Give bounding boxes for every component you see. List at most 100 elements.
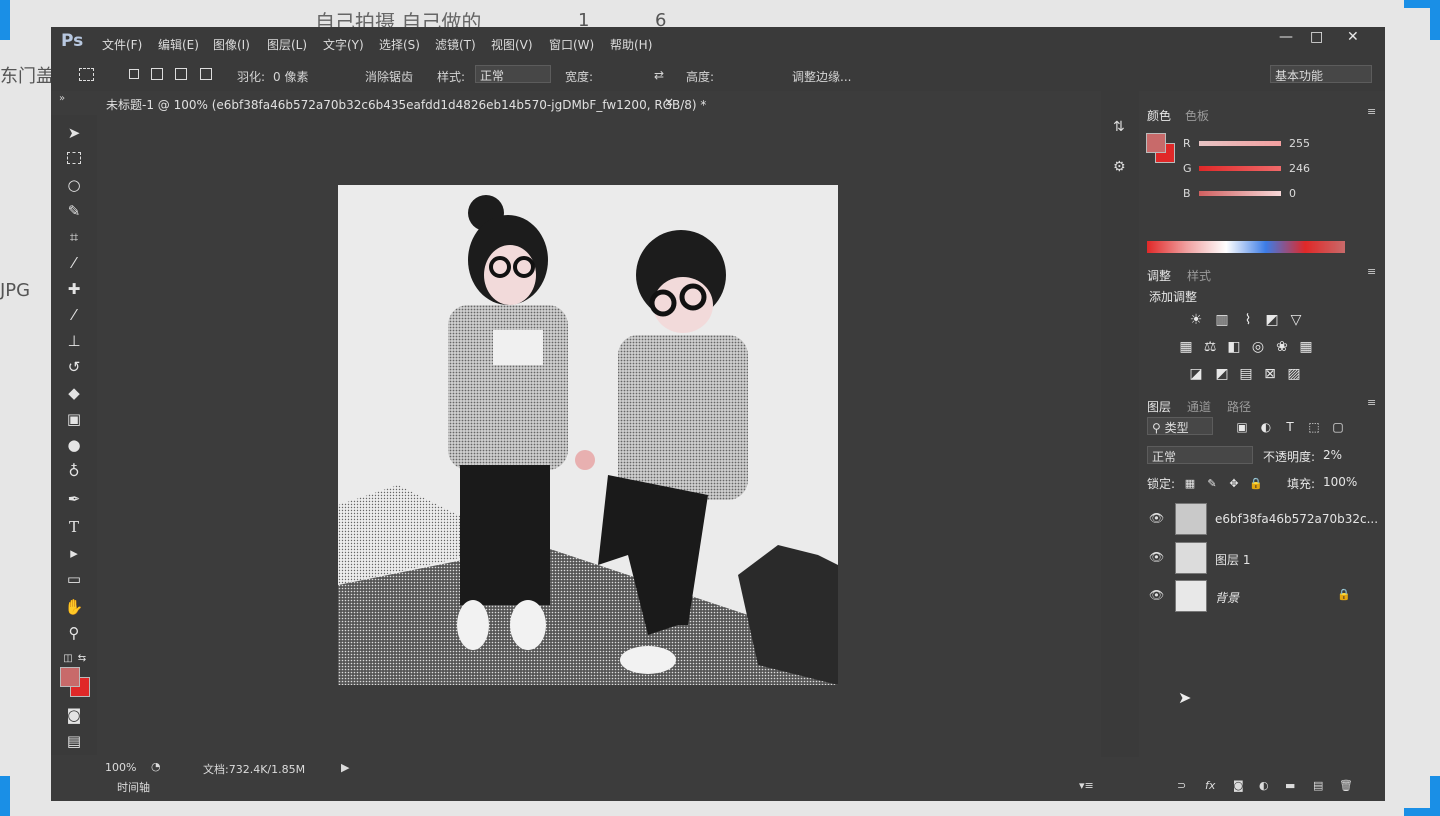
lock-position-icon[interactable]: ✥ — [1225, 476, 1243, 492]
tab-channels[interactable]: 通道 — [1187, 398, 1211, 415]
filter-smart-icon[interactable]: ▢ — [1329, 419, 1347, 435]
blur-tool-icon[interactable]: ● — [63, 435, 85, 455]
lock-pixels-icon[interactable]: ✎ — [1203, 476, 1221, 492]
layer-row[interactable]: 👁 背景 🔒 — [1139, 576, 1385, 614]
pen-tool-icon[interactable]: ✒ — [63, 489, 85, 509]
filter-adjustment-icon[interactable]: ◐ — [1257, 419, 1275, 435]
filter-type-icon[interactable]: T — [1281, 419, 1299, 435]
tab-styles[interactable]: 样式 — [1187, 267, 1211, 284]
eyedropper-icon[interactable]: ⁄ — [63, 253, 85, 273]
foreground-color-swatch[interactable] — [60, 667, 80, 687]
swap-colors-icon[interactable]: ⇆ — [71, 649, 93, 669]
healing-brush-icon[interactable]: ✚ — [63, 279, 85, 299]
photo-filter-icon[interactable]: ◎ — [1249, 339, 1267, 355]
quick-select-icon[interactable]: ✎ — [63, 201, 85, 221]
b-value[interactable]: 0 — [1289, 187, 1296, 200]
intersect-selection-icon[interactable] — [200, 68, 212, 80]
layer-name[interactable]: 图层 1 — [1215, 551, 1250, 568]
g-value[interactable]: 246 — [1289, 162, 1310, 175]
opacity-value[interactable]: 2% — [1323, 448, 1342, 462]
channel-mixer-icon[interactable]: ❀ — [1273, 339, 1291, 355]
workspace-select[interactable]: 基本功能 — [1270, 65, 1372, 83]
g-slider[interactable] — [1199, 166, 1281, 171]
status-menu-arrow-icon[interactable]: ▶ — [341, 761, 349, 774]
menu-file[interactable]: 文件(F) — [102, 36, 142, 53]
gradient-map-icon[interactable]: ▨ — [1285, 366, 1303, 382]
panel-menu-icon[interactable]: ≡ — [1367, 265, 1376, 278]
close-tab-icon[interactable]: × — [664, 95, 674, 109]
exposure-icon[interactable]: ◩ — [1263, 312, 1281, 328]
lock-all-icon[interactable]: 🔒 — [1247, 476, 1265, 492]
menu-layer[interactable]: 图层(L) — [267, 36, 307, 53]
r-value[interactable]: 255 — [1289, 137, 1310, 150]
tab-swatches[interactable]: 色板 — [1185, 107, 1209, 124]
new-selection-icon[interactable] — [129, 69, 139, 79]
threshold-icon[interactable]: ▤ — [1237, 366, 1255, 382]
b-slider[interactable] — [1199, 191, 1281, 196]
filter-shape-icon[interactable]: ⬚ — [1305, 419, 1323, 435]
close-button[interactable]: ✕ — [1347, 29, 1359, 45]
layer-name[interactable]: e6bf38fa46b572a70b32c... — [1215, 512, 1378, 526]
menu-filter[interactable]: 滤镜(T) — [435, 36, 476, 53]
menu-edit[interactable]: 编辑(E) — [158, 36, 199, 53]
gradient-tool-icon[interactable]: ▣ — [63, 409, 85, 429]
tab-paths[interactable]: 路径 — [1227, 398, 1251, 415]
marquee-preset-icon[interactable] — [79, 68, 94, 81]
add-mask-icon[interactable]: ◙ — [1233, 779, 1244, 792]
subtract-selection-icon[interactable] — [175, 68, 187, 80]
menu-help[interactable]: 帮助(H) — [610, 36, 652, 53]
blend-mode-select[interactable]: 正常 — [1147, 446, 1253, 464]
tab-adjustments[interactable]: 调整 — [1147, 267, 1171, 284]
maximize-button[interactable]: □ — [1310, 29, 1323, 45]
panel-menu-icon[interactable]: ≡ — [1367, 105, 1376, 118]
filter-pixel-icon[interactable]: ▣ — [1233, 419, 1251, 435]
swap-dimensions-icon[interactable]: ⇄ — [654, 68, 664, 82]
path-select-icon[interactable]: ▸ — [63, 543, 85, 563]
menu-type[interactable]: 文字(Y) — [323, 36, 364, 53]
history-brush-icon[interactable]: ↺ — [63, 357, 85, 377]
tab-layers[interactable]: 图层 — [1147, 398, 1171, 415]
layer-row[interactable]: 👁 e6bf38fa46b572a70b32c... — [1139, 499, 1385, 537]
quick-mask-icon[interactable]: ◙ — [63, 705, 85, 725]
color-balance-icon[interactable]: ⚖ — [1201, 339, 1219, 355]
layer-row[interactable]: 👁 图层 1 — [1139, 538, 1385, 576]
lasso-tool-icon[interactable]: ○ — [63, 175, 85, 195]
brush-tool-icon[interactable]: ⁄ — [63, 305, 85, 325]
fill-value[interactable]: 100% — [1323, 475, 1357, 489]
curves-icon[interactable]: ⌇ — [1239, 312, 1257, 328]
crop-tool-icon[interactable]: ⌗ — [63, 227, 85, 247]
color-spectrum-bar[interactable] — [1147, 241, 1345, 253]
posterize-icon[interactable]: ◩ — [1213, 366, 1231, 382]
type-tool-icon[interactable]: T — [63, 517, 85, 537]
panel-menu-icon[interactable]: ▾≡ — [1079, 779, 1094, 792]
eye-icon[interactable]: 👁 — [1149, 511, 1164, 525]
invert-icon[interactable]: ◪ — [1187, 366, 1205, 382]
screen-mode-icon[interactable]: ▤ — [63, 731, 85, 751]
add-selection-icon[interactable] — [151, 68, 163, 80]
black-white-icon[interactable]: ◧ — [1225, 339, 1243, 355]
menu-view[interactable]: 视图(V) — [491, 36, 533, 53]
new-adjustment-icon[interactable]: ◐ — [1259, 779, 1269, 792]
new-layer-icon[interactable]: ▤ — [1313, 779, 1323, 792]
collapse-tools-icon[interactable]: » — [59, 93, 65, 104]
layer-kind-filter[interactable]: ⚲ 类型 — [1147, 417, 1213, 435]
menu-select[interactable]: 选择(S) — [379, 36, 420, 53]
color-lookup-icon[interactable]: ▦ — [1297, 339, 1315, 355]
eye-icon[interactable]: 👁 — [1149, 550, 1164, 564]
status-info-icon[interactable]: ◔ — [151, 760, 161, 773]
brightness-icon[interactable]: ☀ — [1187, 312, 1205, 328]
tab-color[interactable]: 颜色 — [1147, 107, 1171, 124]
delete-layer-icon[interactable]: 🗑 — [1339, 779, 1353, 792]
panel-foreground-swatch[interactable] — [1146, 133, 1166, 153]
antialias-checkbox[interactable]: 消除锯齿 — [365, 68, 413, 85]
levels-icon[interactable]: ▥ — [1213, 312, 1231, 328]
marquee-tool-icon[interactable] — [63, 149, 85, 169]
refine-edge-button[interactable]: 调整边缘... — [792, 68, 851, 85]
timeline-tab[interactable]: 时间轴 — [117, 779, 150, 795]
lock-transparent-icon[interactable]: ▦ — [1181, 476, 1199, 492]
eye-icon[interactable]: 👁 — [1149, 588, 1164, 602]
minimize-button[interactable]: — — [1279, 29, 1293, 45]
new-group-icon[interactable]: ▬ — [1285, 779, 1295, 792]
layer-style-icon[interactable]: fx — [1205, 779, 1215, 792]
layer-name[interactable]: 背景 — [1215, 589, 1239, 606]
